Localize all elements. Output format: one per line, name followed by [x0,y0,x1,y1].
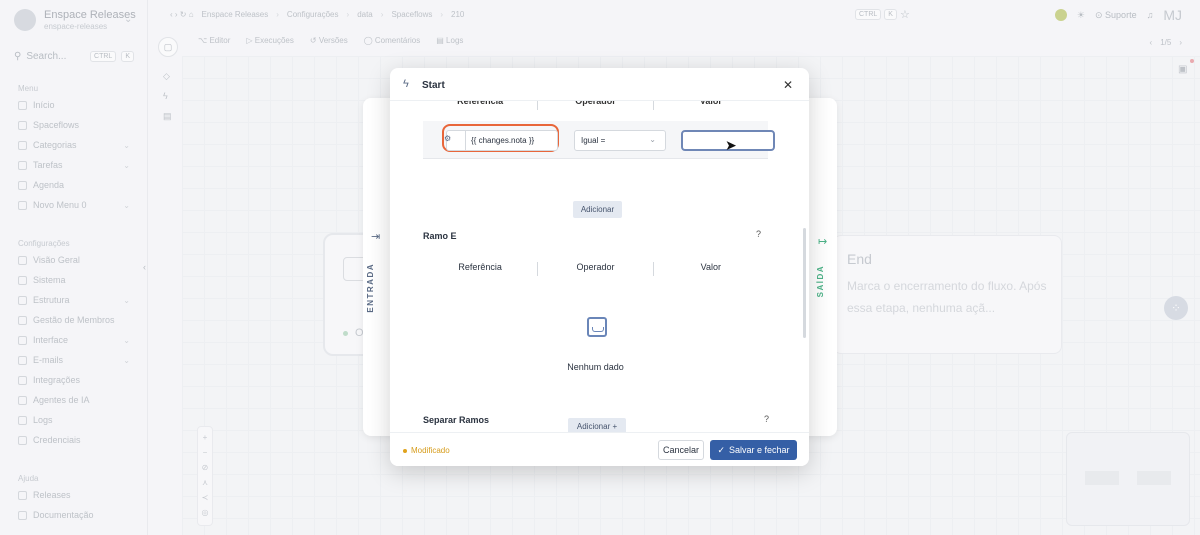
close-icon[interactable]: ✕ [783,78,793,92]
help-icon[interactable]: ? [756,229,761,239]
arrow-in-icon: ⇥ [371,231,381,243]
modified-label: Modificado [411,446,450,455]
scrollbar[interactable] [803,228,806,338]
empty-state: Nenhum dado [423,277,768,432]
add-condition-button[interactable]: Adicionar [573,201,622,218]
empty-text: Nenhum dado [567,362,624,372]
reference-value: {{ changes.nota }} [471,136,535,145]
col-value: Valor [699,101,722,106]
output-strip[interactable]: ↦ SAÍDA [810,235,838,435]
modal-title: Start [422,80,445,91]
condition-row: ⚙ {{ changes.nota }} Igual = ⌄ ➤ [423,121,775,159]
inbox-icon [587,317,607,337]
status-dot [403,448,407,453]
input-label: ENTRADA [366,263,375,313]
col-value: Valor [700,262,721,272]
modal-body: Referência Operador Valor ⚙ {{ changes.n… [410,101,799,432]
reference-field[interactable]: ⚙ {{ changes.nota }} [444,130,558,151]
chevron-down-icon: ⌄ [649,135,656,144]
app-root: Enspace Releases enspace-releases ⌄ ⚲ Se… [0,0,1200,535]
output-label: SAÍDA [816,265,825,298]
help-icon[interactable]: ? [764,414,769,424]
operator-select[interactable]: Igual = ⌄ [574,130,666,151]
gear-icon[interactable]: ⚙ [444,134,451,143]
split-branches-title: Separar Ramos [423,415,490,425]
table-header: Referência Operador Valor [423,101,768,110]
modal-header: ϟ Start ✕ [390,68,809,101]
col-operator: Operador [538,101,654,110]
input-strip[interactable]: ⇥ ENTRADA [363,228,391,428]
col-reference: Referência [423,101,539,110]
save-close-button[interactable]: ✓ Salvar e fechar [710,440,797,460]
branch-e-table-header: Referência Operador Valor [423,262,768,276]
start-modal: ϟ Start ✕ Referência Operador Valor ⚙ {{… [390,68,809,466]
save-label: Salvar e fechar [729,445,790,455]
branch-e-title: Ramo E [423,231,457,241]
modal-footer: Modificado Cancelar ✓ Salvar e fechar [390,432,809,466]
add-branch-condition-button[interactable]: Adicionar + [568,418,626,432]
check-icon: ✓ [717,444,725,455]
operator-value: Igual = [581,136,606,145]
col-reference: Referência [423,262,539,276]
modified-indicator: Modificado [403,446,450,455]
mouse-cursor-icon: ➤ [725,137,737,153]
col-operator: Operador [538,262,654,276]
bolt-icon: ϟ [403,78,409,90]
arrow-out-icon: ↦ [818,236,828,248]
cancel-button[interactable]: Cancelar [658,440,704,460]
